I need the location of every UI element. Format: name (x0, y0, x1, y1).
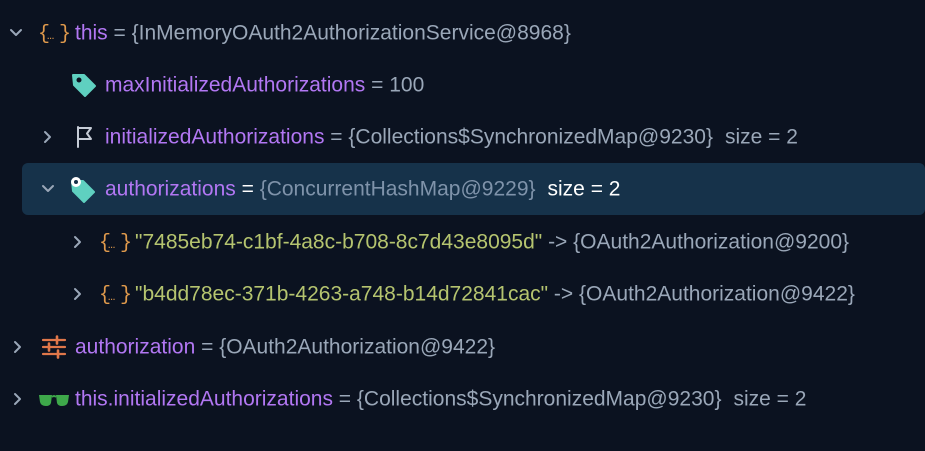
tree-row-authorizations[interactable]: authorizations = {ConcurrentHashMap@9229… (22, 163, 925, 215)
chevron-right-icon[interactable] (70, 286, 86, 302)
chevron-right-icon[interactable] (70, 234, 86, 250)
variable-name: this.initializedAuthorizations (75, 387, 333, 411)
equals-sign: = (324, 125, 349, 149)
object-braces-icon: { … } (99, 282, 131, 306)
debugger-variables-tree: { … } this = {InMemoryOAuth2Authorizatio… (0, 0, 925, 451)
tree-row-map-entry[interactable]: { … } "7485eb74-c1bf-4a8c-b708-8c7d43e80… (0, 216, 925, 268)
tree-row-max-initialized-authorizations[interactable]: maxInitializedAuthorizations = 100 (0, 59, 925, 111)
variable-name: authorization (75, 335, 196, 359)
equals-sign: = (107, 21, 132, 45)
variable-value: {Collections$SynchronizedMap@9230} (348, 125, 713, 149)
arrow-separator: -> (542, 230, 574, 254)
object-braces-icon: { … } (99, 230, 131, 254)
variable-value: 100 (389, 73, 425, 97)
size-label: size = 2 (547, 177, 621, 201)
svg-text:…: … (108, 290, 115, 304)
variable-value: {OAuth2Authorization@9422} (579, 282, 855, 306)
variable-value: {Collections$SynchronizedMap@9230} (356, 387, 722, 411)
glasses-icon (38, 389, 70, 409)
tree-row-initialized-authorizations[interactable]: initializedAuthorizations = {Collections… (0, 111, 925, 163)
variable-name: this (75, 21, 108, 45)
map-key: "7485eb74-c1bf-4a8c-b708-8c7d43e8095d" (135, 230, 543, 254)
chevron-down-icon[interactable] (40, 181, 56, 197)
svg-text:…: … (47, 29, 54, 43)
svg-text:…: … (108, 238, 115, 252)
chevron-right-icon[interactable] (40, 129, 56, 145)
sliders-icon (41, 335, 67, 359)
chevron-down-icon[interactable] (8, 25, 24, 41)
equals-sign: = (235, 177, 260, 201)
flag-icon (74, 125, 96, 149)
variable-name: maxInitializedAuthorizations (105, 73, 366, 97)
tag-gear-icon (68, 175, 98, 203)
equals-sign: = (332, 387, 357, 411)
tree-row-this[interactable]: { … } this = {InMemoryOAuth2Authorizatio… (0, 7, 925, 59)
tree-row-authorization[interactable]: authorization = {OAuth2Authorization@942… (0, 321, 925, 373)
svg-text:}: } (59, 23, 70, 45)
tree-row-watch-initialized-authorizations[interactable]: this.initializedAuthorizations = {Collec… (0, 373, 925, 425)
arrow-separator: -> (548, 282, 580, 306)
variable-value: {ConcurrentHashMap@9229} (259, 177, 536, 201)
svg-text:}: } (120, 232, 131, 254)
variable-name: authorizations (105, 177, 236, 201)
chevron-right-icon[interactable] (10, 391, 26, 407)
map-key: "b4dd78ec-371b-4263-a748-b14d72841cac" (135, 282, 549, 306)
equals-sign: = (365, 73, 390, 97)
tree-row-map-entry[interactable]: { … } "b4dd78ec-371b-4263-a748-b14d72841… (0, 268, 925, 320)
tag-icon (70, 71, 98, 99)
svg-text:}: } (120, 284, 131, 306)
size-label: size = 2 (724, 125, 798, 149)
variable-value: {OAuth2Authorization@9200} (573, 230, 850, 254)
variable-name: initializedAuthorizations (105, 125, 325, 149)
variable-value: {OAuth2Authorization@9422} (219, 335, 496, 359)
chevron-right-icon[interactable] (10, 339, 26, 355)
object-braces-icon: { … } (38, 21, 70, 45)
equals-sign: = (195, 335, 220, 359)
size-label: size = 2 (733, 387, 807, 411)
variable-value: {InMemoryOAuth2AuthorizationService@8968… (131, 21, 571, 45)
